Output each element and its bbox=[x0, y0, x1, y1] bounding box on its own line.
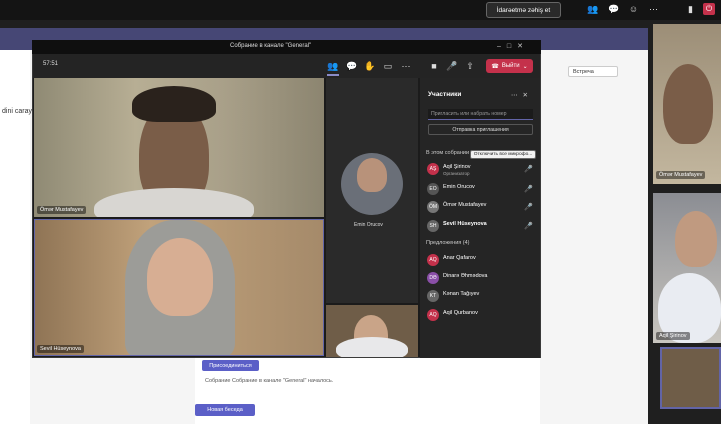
participant-shirt bbox=[94, 188, 254, 217]
video-tile-omar[interactable] bbox=[34, 78, 324, 217]
participant-name: Ömər Mustafayev bbox=[443, 202, 487, 208]
camera-off-icon[interactable]: ▮ bbox=[685, 4, 696, 15]
participant-row[interactable]: AŞ Aqil Şirinov Организатор 🎤 bbox=[427, 162, 535, 176]
chat-icon[interactable]: 💬 bbox=[346, 60, 358, 72]
avatar: KT bbox=[427, 290, 439, 302]
others-section-label[interactable]: Предложения (4) bbox=[426, 240, 470, 246]
more-actions-icon[interactable]: ⋯ bbox=[400, 60, 412, 72]
more-icon[interactable]: ⋯ bbox=[648, 4, 659, 15]
video-strip-omar[interactable] bbox=[653, 24, 721, 184]
panel-actions[interactable]: ⋯✕ bbox=[511, 91, 533, 99]
participant-face bbox=[357, 158, 387, 192]
avatar: AQ bbox=[427, 309, 439, 321]
share-invite-button[interactable]: Отправка приглашения bbox=[428, 124, 533, 135]
meeting-title: Собрание в канале "General" bbox=[230, 43, 312, 49]
avatar: AŞ bbox=[427, 163, 439, 175]
avatar: SH bbox=[427, 220, 439, 232]
camera-icon[interactable]: ■ bbox=[428, 60, 440, 72]
tile-name-label: Emin Orucov bbox=[354, 222, 383, 228]
people-icon[interactable]: 👥 bbox=[587, 4, 598, 15]
participant-row[interactable]: SH Sevil Hüseynova 🎤 bbox=[427, 219, 535, 233]
avatar: AQ bbox=[427, 254, 439, 266]
participant-face bbox=[675, 211, 717, 267]
rooms-icon[interactable]: ▭ bbox=[382, 60, 394, 72]
microphone-icon[interactable]: 🎤 bbox=[446, 60, 458, 72]
microphone-muted-icon[interactable]: 🎤 bbox=[524, 185, 533, 193]
participant-name: Kənan Tağıyev bbox=[443, 291, 480, 297]
leave-label: Выйти bbox=[501, 63, 520, 69]
chat-icon[interactable]: 💬 bbox=[608, 4, 619, 15]
reactions-icon[interactable]: ☺ bbox=[628, 4, 639, 15]
avatar: ÖM bbox=[427, 201, 439, 213]
suggested-row[interactable]: DƏ Dinarə Əhmədova bbox=[427, 271, 535, 285]
participant-role: Организатор bbox=[443, 171, 470, 176]
active-tab-indicator bbox=[327, 74, 339, 76]
microphone-icon[interactable]: 🎤 bbox=[524, 165, 533, 173]
participant-name: Aqil Şirinov bbox=[443, 164, 471, 170]
video-tile-aqil[interactable] bbox=[326, 305, 418, 357]
meeting-timer: 57:51 bbox=[43, 61, 59, 67]
join-button[interactable]: Присоединиться bbox=[202, 360, 259, 371]
request-control-button[interactable]: İdarəetmə zəhiş et bbox=[486, 2, 561, 18]
participant-video bbox=[663, 64, 713, 144]
microphone-icon[interactable]: 🎤 bbox=[524, 222, 533, 230]
participant-face bbox=[147, 238, 213, 316]
mute-all-button[interactable]: Отключить все микрофо... bbox=[470, 150, 536, 159]
suggested-row[interactable]: AQ Aqil Qurbanov bbox=[427, 308, 535, 322]
background-text-snippet: dini carayı bbox=[2, 108, 34, 115]
microphone-muted-icon[interactable]: 🎤 bbox=[524, 203, 533, 211]
participant-name: Dinarə Əhmədova bbox=[443, 273, 488, 279]
share-screen-icon[interactable]: ⇧ bbox=[464, 60, 476, 72]
participant-name: Aqil Qurbanov bbox=[443, 310, 478, 316]
self-view-tile[interactable] bbox=[660, 347, 721, 409]
participant-shirt bbox=[336, 337, 408, 357]
avatar: EO bbox=[427, 183, 439, 195]
suggested-row[interactable]: KT Kənan Tağıyev bbox=[427, 289, 535, 303]
invite-input[interactable]: Пригласить или набрать номер bbox=[428, 109, 533, 120]
tile-name-label: Ömər Mustafayev bbox=[656, 171, 706, 179]
meeting-started-message: Собрание Собрание в канале "General" нач… bbox=[205, 378, 334, 384]
leave-button[interactable]: ☎ Выйти ⌄ bbox=[486, 59, 533, 73]
participant-name: Anar Qafarov bbox=[443, 255, 476, 261]
tile-name-label: Aqil Şirinov bbox=[656, 332, 690, 340]
panel-title: Участники bbox=[428, 91, 462, 98]
participants-icon[interactable]: 👥 bbox=[327, 60, 339, 72]
chevron-down-icon: ⌄ bbox=[522, 63, 528, 70]
tile-name-label: Ömər Mustafayev bbox=[37, 206, 87, 214]
leave-icon[interactable]: ⏻ bbox=[703, 3, 715, 15]
background-left-pane bbox=[0, 50, 30, 424]
video-tile-sevil[interactable] bbox=[34, 219, 324, 356]
new-chat-button[interactable]: Новая беседа bbox=[195, 404, 255, 416]
participant-row[interactable]: ÖM Ömər Mustafayev 🎤 bbox=[427, 200, 535, 214]
raise-hand-icon[interactable]: ✋ bbox=[364, 60, 376, 72]
participant-hair bbox=[132, 86, 216, 122]
participant-name: Sevil Hüseynova bbox=[443, 221, 487, 227]
tile-name-label: Sevil Hüseynova bbox=[37, 345, 84, 353]
avatar: DƏ bbox=[427, 272, 439, 284]
video-strip-aqil[interactable] bbox=[653, 193, 721, 343]
participant-row[interactable]: EO Emin Orucov 🎤 bbox=[427, 182, 535, 196]
participant-name: Emin Orucov bbox=[443, 184, 475, 190]
meeting-dropdown[interactable]: Встреча bbox=[568, 66, 618, 77]
window-controls[interactable]: –□✕ bbox=[497, 42, 529, 50]
phone-icon: ☎ bbox=[491, 63, 499, 70]
video-tile-emin[interactable] bbox=[326, 78, 418, 303]
suggested-row[interactable]: AQ Anar Qafarov bbox=[427, 253, 535, 267]
